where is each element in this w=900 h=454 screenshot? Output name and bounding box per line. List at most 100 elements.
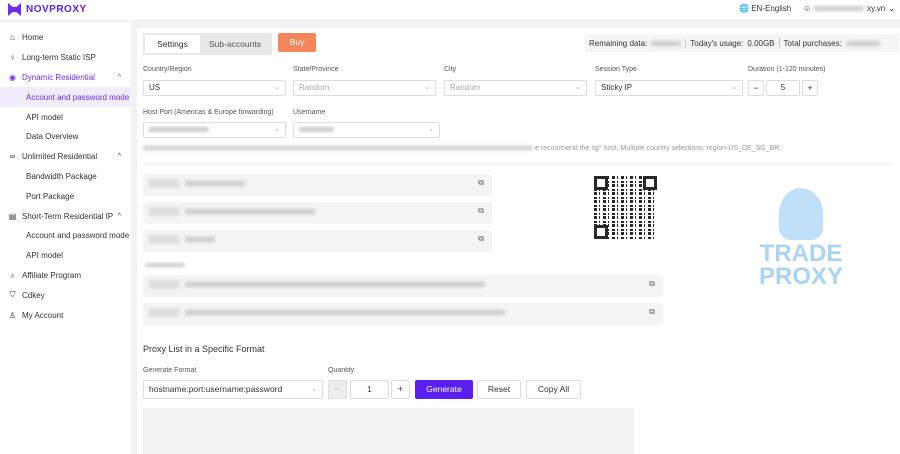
qr-code [594,176,657,239]
format-select[interactable]: hostname:port:username:password ⌄ [143,380,323,399]
generate-button[interactable]: Generate [415,380,473,399]
sidebar-item-label: Account and password mode [26,231,130,241]
total-value [845,40,880,46]
city-placeholder: Random [450,83,481,92]
award-icon: ♁ [9,270,16,280]
user-icon: ☺ [803,4,812,13]
buy-button[interactable]: Buy [278,33,316,52]
drop-icon: ◉ [9,72,16,82]
sidebar-item-bandwidth-package[interactable]: Bandwidth Package [0,167,131,187]
sidebar-item-account-and-password-mode[interactable]: Account and password mode [0,226,131,246]
language-selector[interactable]: 🌐 EN-English [739,4,791,13]
sidebar-item-cdkey[interactable]: ⛉ Cdkey [0,285,131,305]
copy-all-button[interactable]: Copy All [526,380,581,399]
http-example-row: ⧉ [143,275,663,297]
globe-icon: 🌐 [739,4,749,13]
sidebar-item-api-model[interactable]: API model [0,107,131,127]
sidebar-item-port-package[interactable]: Port Package [0,186,131,206]
chevron-down-icon: ⌄ [428,126,434,133]
duration-increment[interactable]: + [802,80,818,96]
sidebar-item-label: Short-Term Residential IP [22,211,114,221]
quantity-label: Quantity [328,367,355,374]
username-label: Username [293,109,326,116]
watermark-text: TRADE PROXY [758,240,844,290]
tips-text: e recommend the sg* host. Multiple count… [143,145,893,152]
quantity-increment[interactable]: + [391,380,410,399]
tips-visible: e recommend the sg* host. Multiple count… [534,145,780,152]
logo-icon [8,3,21,16]
copy-icon[interactable]: ⧉ [649,307,655,317]
infinity-icon: ∞ [9,152,16,162]
sidebar-item-short-term-residential-ip[interactable]: ▤ Short-Term Residential IP ^ [0,206,131,226]
today-value: 0.00GB [747,38,775,48]
brand-logo[interactable]: NOVPROXY [8,3,87,16]
quantity-decrement[interactable]: − [328,380,347,399]
copy-icon[interactable]: ⧉ [649,279,655,289]
user-email: xy.vn [867,4,886,13]
chevron-down-icon: ⌄ [311,386,317,393]
home-icon: ⌂ [10,33,15,43]
quantity-input[interactable]: 1 [350,380,389,399]
brand-name: NOVPROXY [26,4,87,15]
state-label: State/Province [293,66,339,73]
chevron-down-icon: ⌄ [274,84,280,91]
sidebar-item-api-model[interactable]: API model [0,246,131,266]
proxy-list-output[interactable] [143,408,634,454]
host-label: Host Port (Americas & Europe forwarding) [143,109,274,116]
sidebar-item-label: API model [26,112,63,122]
session-select[interactable]: Sticky IP ⌄ [595,80,743,96]
copy-icon[interactable]: ⧉ [478,178,484,188]
sidebar-item-data-overview[interactable]: Data Overview [0,127,131,147]
country-value: US [149,83,161,92]
duration-input[interactable]: 5 [766,80,800,96]
tab-sub-accounts[interactable]: Sub-accounts [200,35,270,53]
username-row: ⧉ [143,202,492,224]
username-select[interactable]: ⌄ [293,122,440,138]
total-label: Total purchases: [783,38,842,48]
city-select[interactable]: Random ⌄ [444,80,587,96]
chevron-down-icon: ⌄ [274,126,280,133]
chevron-down-icon: ⌄ [888,4,895,13]
sidebar-item-label: Dynamic Residential [22,72,95,82]
chevron-up-icon[interactable]: ^ [118,153,121,160]
host-select[interactable]: ⌄ [143,122,286,138]
country-select[interactable]: US ⌄ [143,80,286,96]
grid-icon: ▤ [8,211,17,221]
chevron-down-icon: ⌄ [424,84,430,91]
socks-example-row: ⧉ [143,303,663,325]
chevron-up-icon[interactable]: ^ [118,213,121,220]
proxy-list-title: Proxy List in a Specific Format [143,344,265,354]
sidebar-item-dynamic-residential[interactable]: ◉ Dynamic Residential ^ [0,68,131,88]
password-row: ⧉ [143,230,492,252]
state-placeholder: Random [299,83,330,92]
top-bar: NOVPROXY 🌐 EN-English ☺ xy.vn ⌄ [0,0,900,21]
duration-decrement[interactable]: − [748,80,764,96]
duration-label: Duration (1-120 minutes) [748,66,826,73]
sidebar-item-my-account[interactable]: ♙ My Account [0,305,131,325]
user-email-blurred [814,6,865,11]
sidebar-item-home[interactable]: ⌂ Home [0,28,131,48]
sidebar-item-account-and-password-mode[interactable]: Account and password mode [0,87,131,108]
user-icon: ♙ [8,310,17,320]
copy-icon[interactable]: ⧉ [478,234,484,244]
divider [143,164,893,165]
copy-icon[interactable]: ⧉ [478,206,484,216]
user-menu[interactable]: ☺ xy.vn ⌄ [803,4,895,13]
bulb-icon: ♀ [9,53,16,63]
sidebar-item-affiliate-program[interactable]: ♁ Affiliate Program [0,266,131,286]
sidebar-item-label: Home [22,33,44,43]
state-select[interactable]: Random ⌄ [293,80,436,96]
sidebar-item-label: Cdkey [22,290,45,300]
sidebar-item-unlimited-residential[interactable]: ∞ Unlimited Residential ^ [0,147,131,167]
reset-button[interactable]: Reset [477,380,521,399]
remaining-label: Remaining data: [589,38,648,48]
sidebar-item-label: Port Package [26,191,75,201]
tips-blurred [143,146,533,151]
session-label: Session Type [595,66,637,73]
test-example-label [145,263,185,267]
chevron-up-icon[interactable]: ^ [118,74,121,81]
sidebar-item-label: Affiliate Program [22,270,81,280]
today-label: Today's usage: [690,38,744,48]
tab-settings[interactable]: Settings [145,35,200,53]
sidebar-item-long-term-static-isp[interactable]: ♀ Long-term Static ISP [0,48,131,68]
